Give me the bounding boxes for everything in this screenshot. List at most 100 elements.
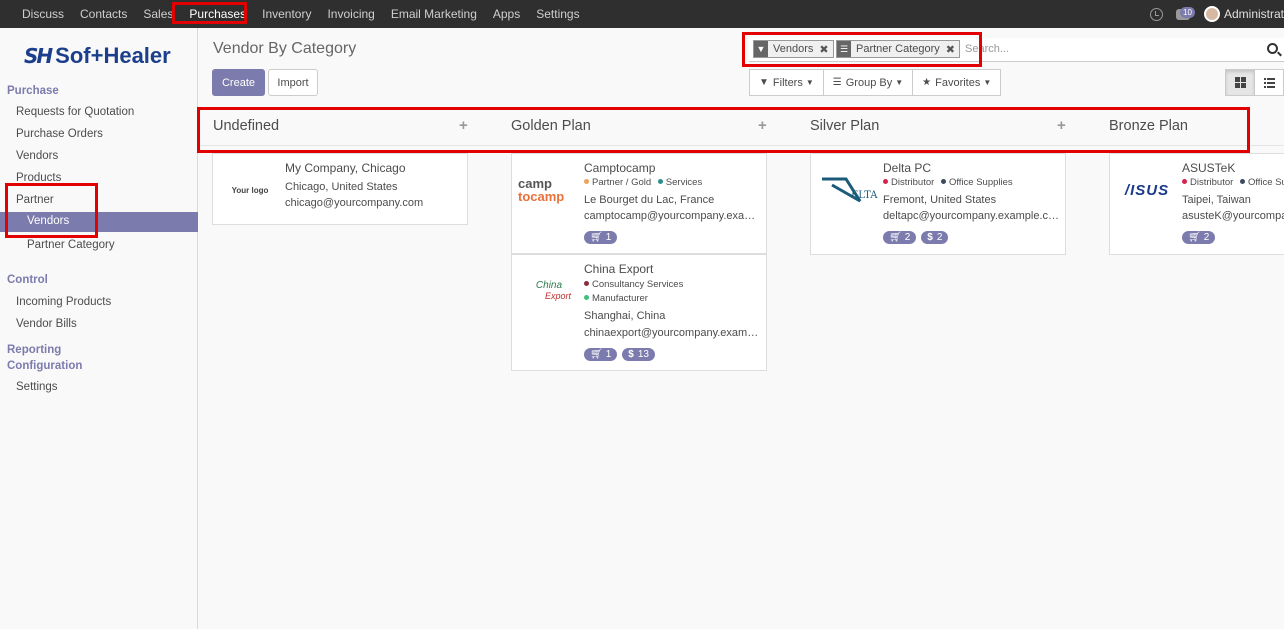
- user-menu[interactable]: Administrator: [1224, 7, 1284, 21]
- company-logo: Your logo: [219, 162, 281, 218]
- logo-text: ELTA: [851, 190, 878, 201]
- caret-down-icon: ▼: [805, 78, 814, 87]
- filter-icon: ▼: [759, 77, 769, 88]
- vendor-email: chicago@yourcompany.com: [285, 197, 424, 209]
- vendor-card-delta-pc[interactable]: ELTA Delta PC Distributor Office Supplie…: [810, 153, 1066, 255]
- logo-mark: SH: [24, 44, 53, 68]
- tag-label: Services: [665, 177, 703, 188]
- caret-down-icon: ▼: [983, 78, 992, 87]
- vendor-card-asustek[interactable]: /ISUS ASUSTeK Distributor Office Supplie…: [1109, 153, 1284, 255]
- vendor-card-china-export[interactable]: China Export China Export Consultancy Se…: [511, 254, 767, 371]
- group-by-button[interactable]: ☰ Group By ▼: [822, 69, 914, 96]
- avatar[interactable]: [1204, 6, 1220, 22]
- list-view-icon[interactable]: [1254, 69, 1284, 96]
- vendor-city: Shanghai, China: [584, 310, 666, 322]
- vendor-email: asusteK@yourcompany.example: [1182, 210, 1284, 222]
- highlight-column-headers: [197, 107, 1250, 153]
- sidebar-item-partner-category[interactable]: Partner Category: [27, 239, 115, 251]
- favorites-label: Favorites: [935, 76, 981, 89]
- tag-item: Manufacturer: [584, 293, 648, 304]
- sidebar: SH Sof+Healer Purchase Requests for Quot…: [0, 28, 198, 629]
- pill-value: 2: [1203, 232, 1210, 243]
- favorites-button[interactable]: ★ Favorites ▼: [912, 69, 1002, 96]
- softhealer-logo: SH Sof+Healer: [24, 43, 171, 68]
- vendor-city: Taipei, Taiwan: [1182, 194, 1251, 206]
- kanban-view-icon[interactable]: [1225, 69, 1255, 96]
- stat-pills: 🛒︎ 2: [1182, 231, 1220, 244]
- logo-text: tocamp: [518, 188, 565, 204]
- vendor-city: Fremont, United States: [883, 194, 997, 206]
- group-by-label: Group By: [845, 76, 893, 89]
- tag-label: Partner / Gold: [592, 177, 652, 188]
- nav-invoicing[interactable]: Invoicing: [319, 0, 382, 28]
- sidebar-item-vendors[interactable]: Vendors: [16, 150, 58, 162]
- tag-label: Office Supplies: [948, 177, 1013, 188]
- import-button[interactable]: Import: [268, 69, 318, 96]
- list-icon: ☰: [832, 77, 842, 88]
- nav-settings[interactable]: Settings: [528, 0, 587, 28]
- purchase-count-pill[interactable]: 🛒︎ 1: [584, 348, 618, 361]
- search-icon[interactable]: [1267, 43, 1278, 54]
- cart-icon: 🛒︎: [590, 232, 603, 243]
- logo-word: Sof+Healer: [55, 43, 171, 68]
- top-right: 10 Administrator: [1150, 0, 1284, 28]
- highlight-purchases: [172, 2, 247, 24]
- vendor-name: Camptocamp: [584, 161, 656, 175]
- vendor-email: chinaexport@yourcompany.exam…: [584, 327, 759, 339]
- asus-logo: /ISUS: [1116, 162, 1178, 218]
- nav-apps[interactable]: Apps: [485, 0, 528, 28]
- tag-color-dot: [1182, 179, 1187, 185]
- vendor-name: My Company, Chicago: [285, 161, 406, 175]
- tag-item: Consultancy Services: [584, 279, 683, 290]
- delta-pc-logo: ELTA: [817, 162, 879, 218]
- nav-contacts[interactable]: Contacts: [72, 0, 135, 28]
- sidebar-item-incoming-products[interactable]: Incoming Products: [16, 296, 111, 308]
- cart-icon: 🛒︎: [1188, 232, 1201, 243]
- bill-count-pill[interactable]: $13: [622, 348, 655, 361]
- filters-label: Filters: [772, 76, 803, 89]
- pill-value: 2: [904, 232, 911, 243]
- tag-label: Office Supplies: [1247, 177, 1284, 188]
- logo-text: China: [535, 280, 563, 291]
- section-control: Control: [7, 274, 48, 286]
- vendor-card-camptocamp[interactable]: camp tocamp Camptocamp Partner / Gold Se…: [511, 153, 767, 254]
- section-reporting[interactable]: Reporting: [7, 344, 61, 356]
- logo-text: camp: [518, 175, 552, 191]
- sidebar-item-rfq[interactable]: Requests for Quotation: [16, 106, 134, 118]
- camptocamp-logo: camp tocamp: [518, 162, 580, 218]
- sidebar-item-vendor-bills[interactable]: Vendor Bills: [16, 318, 77, 330]
- filter-bar: ▼ Filters ▼ ☰ Group By ▼ ★ Favorites ▼: [749, 69, 1002, 96]
- vendor-name: ASUSTeK: [1182, 161, 1236, 175]
- dollar-icon: $: [927, 232, 933, 243]
- filters-button[interactable]: ▼ Filters ▼: [749, 69, 824, 96]
- sidebar-item-purchase-orders[interactable]: Purchase Orders: [16, 128, 103, 140]
- purchase-count-pill[interactable]: 🛒︎ 2: [883, 231, 917, 244]
- tag-label: Consultancy Services: [592, 279, 684, 290]
- pill-value: 2: [936, 232, 943, 243]
- section-configuration[interactable]: Configuration: [7, 360, 82, 372]
- bill-count-pill[interactable]: $2: [921, 231, 949, 244]
- purchase-count-pill[interactable]: 🛒︎ 2: [1182, 231, 1216, 244]
- pill-value: 1: [605, 349, 612, 360]
- star-icon: ★: [922, 77, 932, 88]
- chat-icon[interactable]: 10: [1176, 6, 1195, 20]
- tag-color-dot: [1239, 179, 1245, 185]
- logo-text: Export: [544, 291, 571, 301]
- clock-icon[interactable]: [1150, 7, 1163, 21]
- sidebar-item-settings[interactable]: Settings: [16, 381, 58, 393]
- vendor-name: Delta PC: [883, 161, 932, 175]
- tag-color-dot: [584, 281, 589, 287]
- stat-pills: 🛒︎ 1 $13: [584, 348, 660, 361]
- chat-count-badge: 10: [1180, 6, 1195, 18]
- top-nav: Discuss Contacts Sales Purchases Invento…: [14, 0, 588, 28]
- nav-inventory[interactable]: Inventory: [254, 0, 319, 28]
- nav-email-marketing[interactable]: Email Marketing: [383, 0, 485, 28]
- create-button[interactable]: Create: [212, 69, 265, 96]
- purchase-count-pill[interactable]: 🛒︎ 1: [584, 231, 618, 244]
- vendor-card-my-company[interactable]: Your logo My Company, Chicago Chicago, U…: [212, 153, 468, 225]
- pill-value: 13: [637, 349, 649, 360]
- tag-list: Partner / Gold Services: [584, 177, 702, 188]
- nav-discuss[interactable]: Discuss: [14, 0, 72, 28]
- tag-list: Distributor Office Supplies: [1182, 177, 1284, 188]
- logo-text: /ISUS: [1124, 181, 1170, 199]
